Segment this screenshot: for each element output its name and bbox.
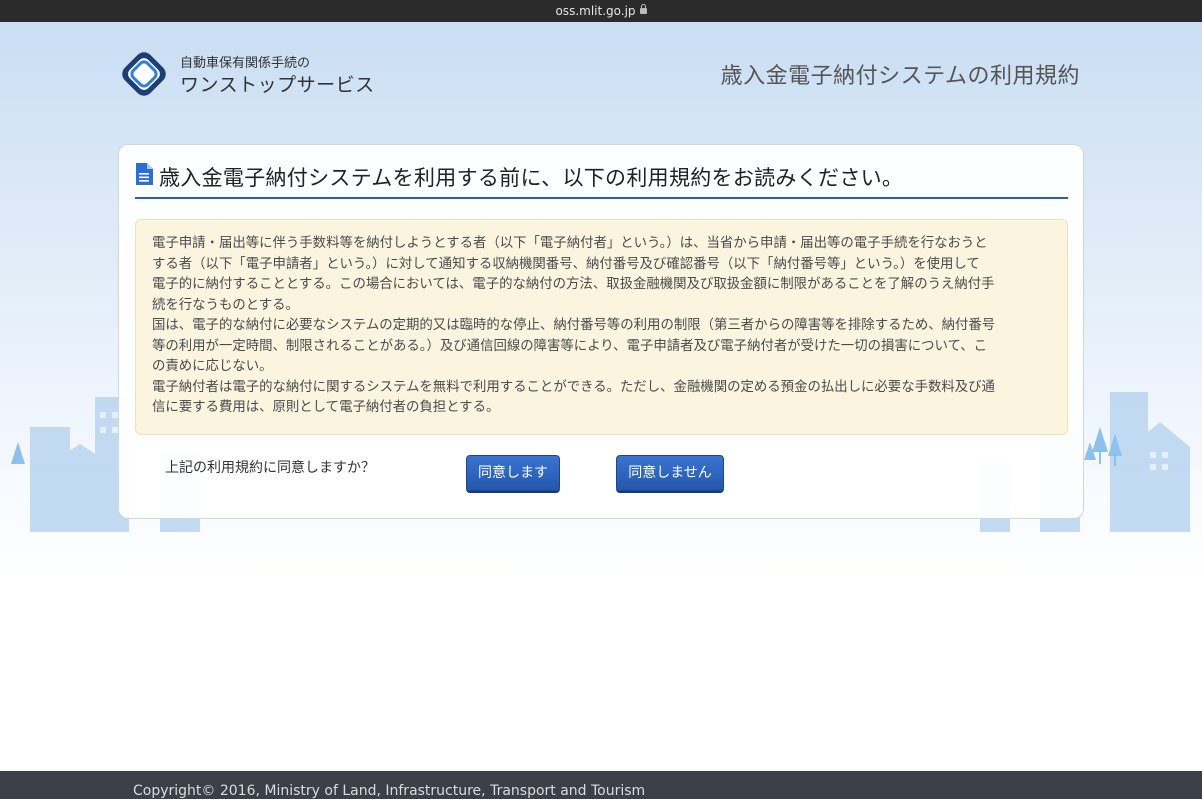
- oss-logo-icon: [122, 52, 166, 96]
- terms-line: 国は、電子的な納付に必要なシステムの定期的又は臨時的な停止、納付番号等の利用の制…: [152, 318, 996, 333]
- terms-line: 電子申請・届出等に伴う手数料等を納付しようとする者（以下「電子納付者」という。）…: [152, 236, 988, 251]
- terms-line: 続を行なうものとする。: [152, 297, 299, 313]
- disagree-button[interactable]: 同意しません: [616, 455, 724, 491]
- footer: Copyright© 2016, Ministry of Land, Infra…: [0, 771, 1202, 799]
- terms-line: の責めに応じない。: [152, 359, 273, 374]
- terms-line: 電子納付者は電子的な納付に関するシステムを無料で利用することができる。ただし、金…: [152, 379, 995, 395]
- terms-line: 信に要する費用は、原則として電子納付者の負担とする。: [152, 400, 500, 415]
- logo-subtitle: 自動車保有関係手続の: [180, 56, 311, 71]
- copyright-text: Copyright© 2016, Ministry of Land, Infra…: [133, 783, 646, 799]
- document-icon: [136, 163, 153, 185]
- agree-question: 上記の利用規約に同意しますか？: [165, 460, 375, 476]
- terms-box: 電子申請・届出等に伴う手数料等を納付しようとする者（以下「電子納付者」という。）…: [135, 219, 1068, 435]
- terms-line: 等の利用が一定時間、制限されることがある。）及び通信回線の障害等により、電子申請…: [152, 338, 988, 354]
- browser-url-bar[interactable]: oss.mlit.go.jp: [0, 0, 1202, 22]
- panel-heading: 歳入金電子納付システムを利用する前に、以下の利用規約をお読みください。: [135, 163, 1068, 199]
- page-background: 自動車保有関係手続の ワンストップサービス 歳入金電子納付システムの利用規約 歳…: [0, 22, 1202, 771]
- terms-line: 電子的に納付することとする。この場合においては、電子的な納付の方法、取扱金融機関…: [152, 277, 995, 292]
- page-title: 歳入金電子納付システムの利用規約: [720, 64, 1080, 89]
- url-text: oss.mlit.go.jp: [555, 4, 636, 18]
- terms-panel: 歳入金電子納付システムを利用する前に、以下の利用規約をお読みください。 電子申請…: [118, 144, 1084, 519]
- agree-button[interactable]: 同意します: [466, 455, 560, 491]
- logo-title: ワンストップサービス: [180, 74, 375, 96]
- terms-line: する者（以下「電子申請者」という。）に対して通知する収納機関番号、納付番号及び確…: [152, 256, 980, 272]
- lock-icon: [639, 4, 647, 14]
- panel-heading-text: 歳入金電子納付システムを利用する前に、以下の利用規約をお読みください。: [159, 166, 904, 190]
